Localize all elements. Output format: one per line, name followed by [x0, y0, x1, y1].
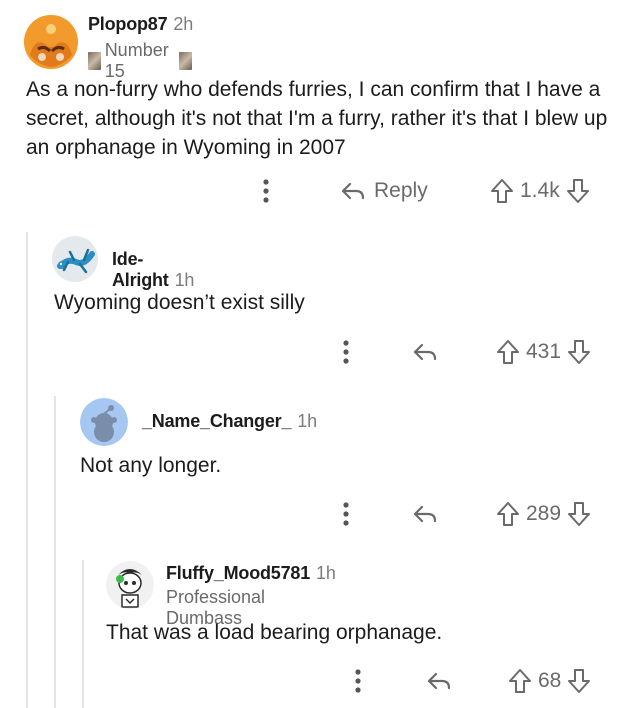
reply-arrow-icon [413, 505, 437, 523]
timestamp: 1h [297, 411, 317, 431]
avatar[interactable] [106, 561, 154, 609]
downvote-arrow-icon[interactable] [567, 501, 591, 527]
more-options-button[interactable] [342, 335, 350, 369]
username[interactable]: Ide-Alright 1h [112, 249, 194, 291]
more-options-icon [343, 502, 349, 526]
reply-button[interactable] [412, 335, 438, 369]
comment-action-bar: 289 [0, 497, 640, 531]
avatar[interactable] [52, 236, 98, 282]
vote-controls: 289 [496, 497, 591, 531]
reply-button[interactable] [426, 664, 452, 698]
default-snoo-avatar-icon [80, 398, 128, 446]
reply-label: Reply [374, 179, 428, 202]
vote-controls: 431 [496, 335, 591, 369]
downvote-arrow-icon[interactable] [567, 339, 591, 365]
more-options-icon [263, 179, 269, 203]
upvote-arrow-icon[interactable] [508, 668, 532, 694]
upvote-arrow-icon[interactable] [490, 178, 514, 204]
reply-button[interactable]: Reply [340, 174, 428, 208]
comment-body: Not any longer. [80, 454, 222, 477]
timestamp: 1h [174, 270, 195, 290]
avatar[interactable] [24, 15, 78, 69]
lizard-avatar-icon [52, 236, 98, 282]
thread-line [26, 232, 28, 708]
flair-image-icon [88, 52, 101, 70]
more-options-button[interactable] [262, 174, 270, 208]
more-options-icon [355, 669, 361, 693]
timestamp: 1h [316, 563, 336, 583]
upvote-arrow-icon[interactable] [496, 339, 520, 365]
reply-arrow-icon [341, 182, 365, 200]
snoo-avatar-icon [24, 15, 78, 69]
flair-image-icon [179, 52, 193, 70]
comment-action-bar: 68 [0, 664, 640, 698]
reply-button[interactable] [412, 497, 438, 531]
comment-action-bar: 431 [0, 335, 640, 369]
username-text[interactable]: Fluffy_Mood5781 [166, 563, 310, 583]
snoo-avatar-icon [106, 561, 154, 609]
downvote-arrow-icon[interactable] [567, 668, 591, 694]
comment-action-bar: Reply 1.4k [0, 174, 640, 208]
more-options-icon [343, 340, 349, 364]
username-text[interactable]: Ide-Alright [112, 249, 169, 290]
username[interactable]: Fluffy_Mood5781 1h [166, 563, 336, 584]
username-text[interactable]: _Name_Changer_ [142, 411, 291, 431]
reply-arrow-icon [413, 343, 437, 361]
comment-body: That was a load bearing orphanage. [106, 621, 443, 644]
more-options-button[interactable] [342, 497, 350, 531]
comment-body: Wyoming doesn’t exist silly [54, 291, 305, 314]
thread-line [54, 396, 56, 708]
vote-count: 431 [526, 340, 562, 363]
avatar[interactable] [80, 398, 128, 446]
comment-body: As a non-furry who defends furries, I ca… [26, 78, 608, 159]
username[interactable]: Plopop87 2h [88, 14, 193, 35]
username-text[interactable]: Plopop87 [88, 14, 168, 34]
reply-arrow-icon [427, 672, 451, 690]
username[interactable]: _Name_Changer_ 1h [142, 411, 317, 432]
vote-controls: 1.4k [490, 174, 590, 208]
vote-count: 289 [526, 502, 562, 525]
timestamp: 2h [173, 14, 194, 34]
downvote-arrow-icon[interactable] [566, 178, 590, 204]
vote-controls: 68 [508, 664, 591, 698]
vote-count: 68 [538, 669, 562, 692]
upvote-arrow-icon[interactable] [496, 501, 520, 527]
more-options-button[interactable] [354, 664, 362, 698]
vote-count: 1.4k [520, 179, 560, 202]
